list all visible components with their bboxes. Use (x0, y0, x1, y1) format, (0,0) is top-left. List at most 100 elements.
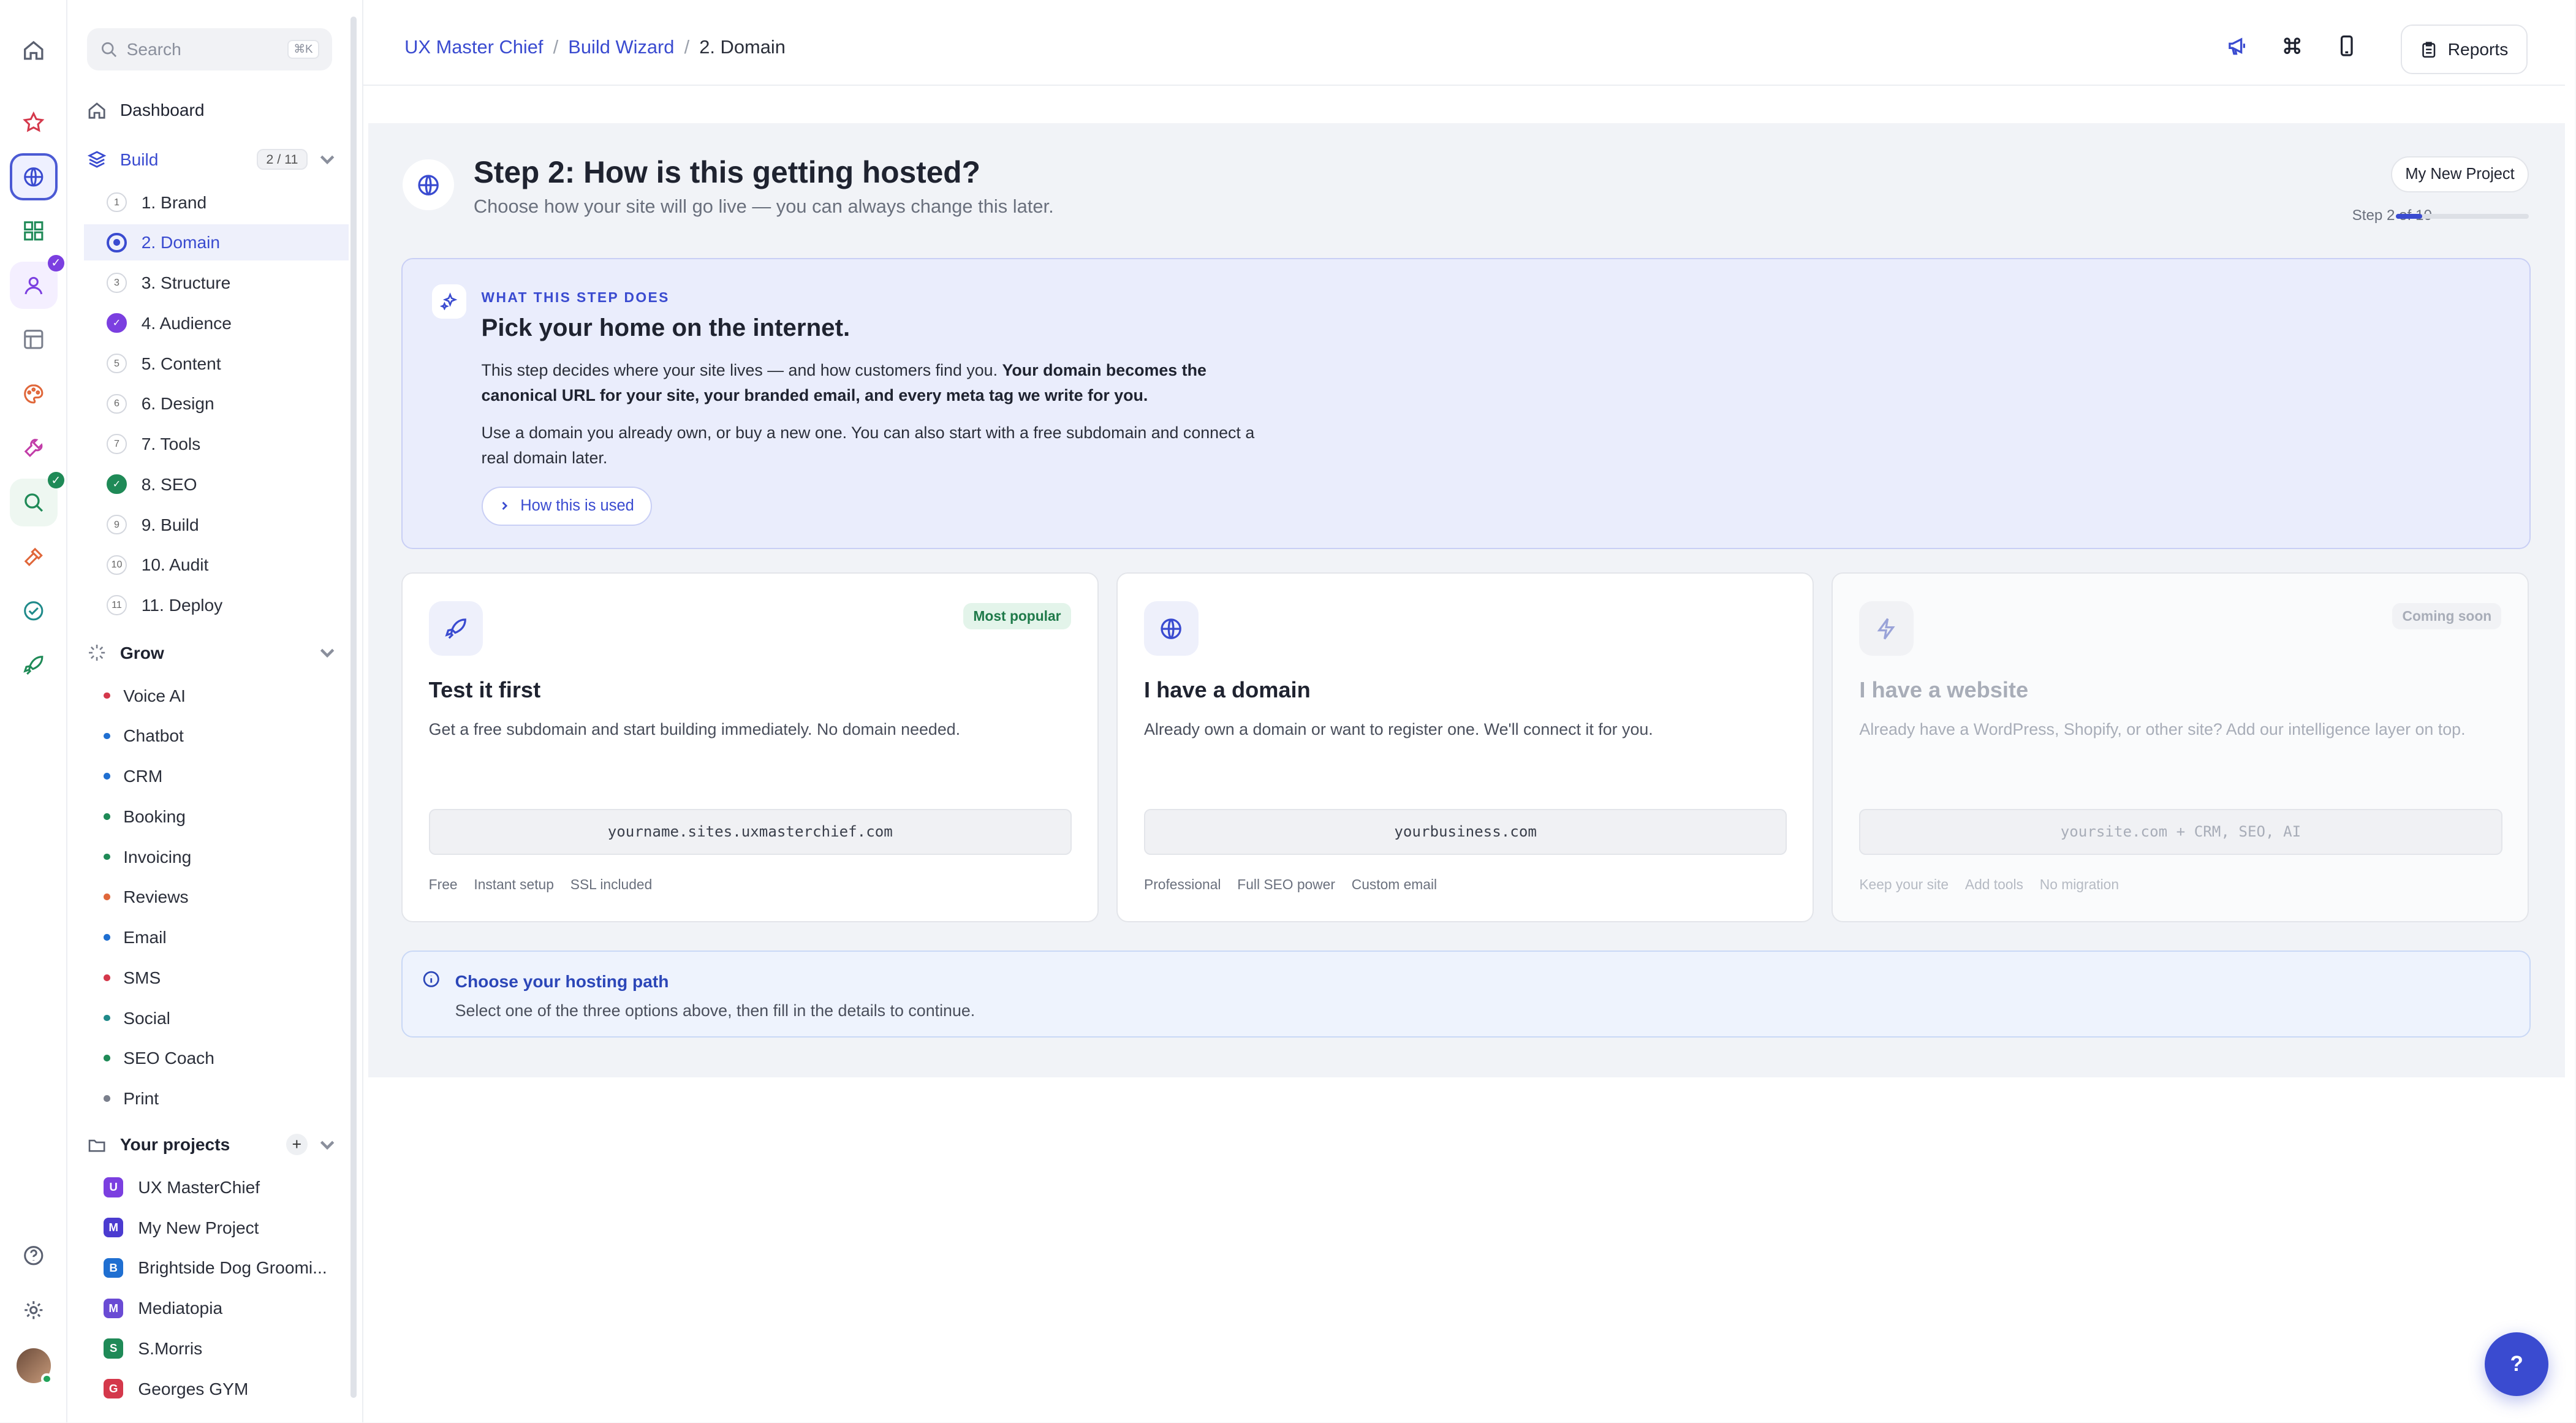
chevron-right-icon (502, 502, 508, 510)
sidebar-item-print[interactable]: Print (104, 1082, 159, 1115)
project-item[interactable]: U UX MasterChief (104, 1171, 350, 1204)
sidebar-item-label: SMS (123, 967, 161, 987)
megaphone-icon[interactable] (2226, 34, 2249, 58)
sidebar-item-label: Invoicing (123, 846, 192, 867)
sidebar-step-item[interactable]: ✓ 8. SEO (84, 466, 349, 503)
project-selector[interactable]: My New Project (2390, 156, 2529, 192)
bullet-dot-icon (104, 894, 110, 901)
tools-icon[interactable] (10, 424, 58, 472)
sidebar-item-seo-coach[interactable]: SEO Coach (104, 1042, 214, 1075)
sidebar-step-item[interactable]: 11 11. Deploy (84, 587, 349, 623)
project-item[interactable]: G Georges GYM (104, 1372, 350, 1405)
project-label: UX MasterChief (138, 1177, 260, 1197)
step-number: 11 (107, 595, 127, 615)
sidebar-item-social[interactable]: Social (104, 1001, 170, 1034)
breadcrumb-link[interactable]: UX Master Chief (404, 36, 543, 58)
rocket-icon[interactable] (10, 642, 58, 689)
chevron-down-icon[interactable] (317, 1135, 337, 1155)
sparkle-burst-icon (89, 645, 105, 661)
project-initial-badge: B (104, 1258, 124, 1278)
option-tag: Full SEO power (1237, 876, 1335, 892)
sidebar-section-projects[interactable]: Your projects + (87, 1128, 350, 1161)
sidebar-section-build[interactable]: Build 2 / 11 (87, 143, 350, 176)
seo-search-icon[interactable]: ✓ (10, 472, 64, 526)
sidebar-item-chatbot[interactable]: Chatbot (104, 719, 184, 753)
audience-icon[interactable]: ✓ (10, 254, 64, 309)
most-popular-badge: Most popular (963, 603, 1071, 630)
step-number: 9 (107, 514, 127, 535)
option-description: Get a free subdomain and start building … (428, 719, 961, 738)
sidebar-step-item[interactable]: 1 1. Brand (84, 184, 349, 221)
sidebar-step-item[interactable]: 3 3. Structure (84, 265, 349, 301)
grid-icon[interactable] (10, 207, 58, 255)
sidebar-item-label: CRM (123, 766, 163, 786)
chevron-down-icon[interactable] (317, 150, 337, 169)
settings-gear-icon[interactable] (10, 1286, 58, 1334)
sidebar: Search ⌘K Dashboard Build 2 / 11 1 1. Bra… (67, 0, 364, 1423)
add-project-button[interactable]: + (286, 1134, 308, 1156)
sidebar-step-item[interactable]: 9 9. Build (84, 507, 349, 543)
globe-icon[interactable] (10, 153, 58, 201)
info-eyebrow: WHAT THIS STEP DOES (481, 289, 670, 305)
sidebar-step-item[interactable]: 2. Domain (83, 224, 349, 261)
bullet-dot-icon (104, 1055, 110, 1062)
sidebar-step-label: 1. Brand (141, 192, 207, 212)
info-paragraph: This step decides where your site lives … (481, 361, 1207, 404)
star-icon[interactable] (10, 99, 58, 146)
sidebar-step-item[interactable]: 10 10. Audit (84, 547, 349, 583)
hammer-icon[interactable] (10, 533, 58, 580)
breadcrumb: UX Master Chief / Build Wizard / 2. Doma… (404, 36, 786, 58)
sidebar-item-crm[interactable]: CRM (104, 760, 162, 793)
audit-check-icon[interactable] (10, 587, 58, 635)
user-avatar[interactable] (16, 1348, 53, 1385)
bullet-dot-icon (104, 934, 110, 941)
sidebar-scrollbar[interactable] (350, 16, 357, 1398)
project-item[interactable]: M My New Project (104, 1211, 350, 1244)
sidebar-item-sms[interactable]: SMS (104, 962, 161, 995)
option-card-have-website: Coming soon I have a website Already hav… (1832, 572, 2529, 923)
search-placeholder: Search (126, 39, 181, 59)
sidebar-item-invoicing[interactable]: Invoicing (104, 840, 191, 873)
palette-icon[interactable] (10, 370, 58, 418)
command-icon[interactable] (2281, 34, 2304, 58)
sidebar-step-item[interactable]: 6 6. Design (84, 385, 349, 422)
project-item[interactable]: M Mediatopia (104, 1292, 350, 1325)
search-input[interactable]: Search ⌘K (87, 28, 333, 71)
chevron-down-icon[interactable] (317, 643, 337, 662)
option-card-test-it-first[interactable]: Most popular Test it first Get a free su… (401, 572, 1099, 923)
sidebar-step-label: 10. Audit (141, 555, 209, 575)
project-label: S.Morris (138, 1338, 203, 1358)
clipboard-icon (2422, 42, 2436, 58)
sidebar-item-dashboard[interactable]: Dashboard (87, 94, 350, 127)
option-tag: Keep your site (1859, 876, 1949, 892)
mobile-device-icon[interactable] (2335, 34, 2358, 58)
step-number: 1 (107, 192, 127, 213)
help-circle-icon[interactable] (10, 1232, 58, 1280)
option-title: Test it first (428, 677, 541, 702)
option-tag: Free (428, 876, 458, 892)
option-card-have-domain[interactable]: I have a domain Already own a domain or … (1116, 572, 1814, 923)
home-icon[interactable] (10, 26, 58, 74)
project-initial-badge: U (104, 1177, 124, 1197)
sidebar-item-reviews[interactable]: Reviews (104, 881, 189, 914)
reports-button[interactable]: Reports (2400, 25, 2528, 74)
help-fab-button[interactable]: ? (2484, 1332, 2549, 1397)
breadcrumb-link[interactable]: Build Wizard (568, 36, 674, 58)
option-tag: Instant setup (474, 876, 554, 892)
sidebar-item-booking[interactable]: Booking (104, 800, 186, 833)
sidebar-item-email[interactable]: Email (104, 921, 167, 954)
sidebar-step-item[interactable]: 7 7. Tools (84, 426, 349, 462)
sidebar-section-grow[interactable]: Grow (87, 637, 350, 670)
step-progress-fill (2395, 213, 2423, 219)
project-label: Georges GYM (138, 1378, 249, 1398)
sidebar-step-item[interactable]: ✓ 4. Audience (84, 305, 349, 341)
layout-icon[interactable] (10, 316, 58, 363)
breadcrumb-separator: / (684, 36, 690, 58)
sidebar-item-voice-ai[interactable]: Voice AI (104, 679, 186, 712)
project-item[interactable]: B Brightside Dog Groomi... (104, 1251, 350, 1284)
project-item[interactable]: S S.Morris (104, 1332, 350, 1365)
option-tag: Custom email (1351, 876, 1438, 892)
how-this-is-used-button[interactable]: How this is used (481, 486, 652, 526)
sidebar-step-item[interactable]: 5 5. Content (84, 346, 349, 382)
subdomain-preview: yourname.sites.uxmasterchief.com (428, 808, 1072, 855)
